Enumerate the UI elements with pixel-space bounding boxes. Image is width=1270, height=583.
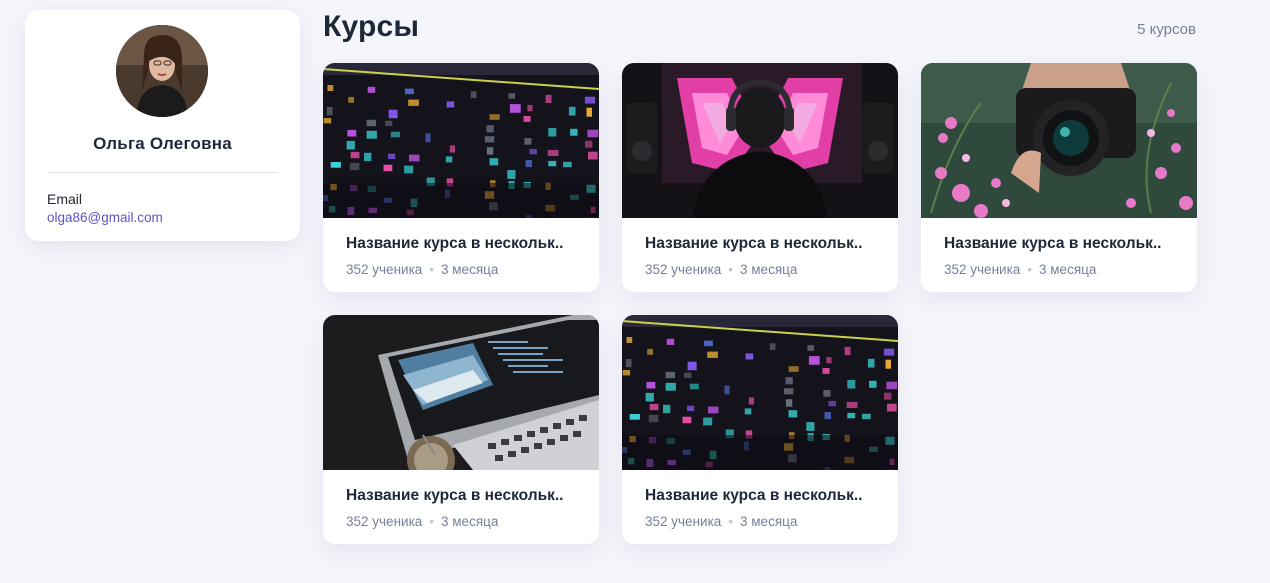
course-duration: 3 месяца	[441, 262, 499, 277]
course-title[interactable]: Название курса в нескольк..	[346, 235, 586, 253]
course-meta: 352 ученика • 3 месяца	[645, 262, 797, 277]
course-meta: 352 ученика • 3 месяца	[645, 514, 797, 529]
avatar[interactable]	[116, 25, 208, 117]
course-duration: 3 месяца	[1039, 262, 1097, 277]
separator-dot: •	[1027, 262, 1033, 277]
course-card[interactable]: Название курса в нескольк.. 352 ученика •…	[622, 315, 898, 544]
course-thumbnail-laptop-code[interactable]	[323, 315, 599, 470]
course-students: 352 ученика	[944, 262, 1021, 277]
course-meta: 352 ученика • 3 месяца	[944, 262, 1096, 277]
course-title[interactable]: Название курса в нескольк..	[346, 487, 586, 505]
separator-dot: •	[429, 514, 435, 529]
course-students: 352 ученика	[645, 514, 722, 529]
course-card[interactable]: Название курса в нескольк.. 352 ученика •…	[323, 315, 599, 544]
page-title: Курсы	[323, 10, 420, 43]
profile-name: Ольга Олеговна	[93, 134, 232, 153]
email-link[interactable]: olga86@gmail.com	[47, 210, 163, 225]
course-duration: 3 месяца	[740, 262, 798, 277]
course-students: 352 ученика	[346, 262, 423, 277]
separator-dot: •	[728, 514, 734, 529]
course-duration: 3 месяца	[441, 514, 499, 529]
course-title[interactable]: Название курса в нескольк..	[645, 235, 885, 253]
course-students: 352 ученика	[346, 514, 423, 529]
course-count: 5 курсов	[1137, 21, 1196, 38]
course-students: 352 ученика	[645, 262, 722, 277]
course-title[interactable]: Название курса в нескольк..	[944, 235, 1184, 253]
course-card[interactable]: Название курса в нескольк.. 352 ученика •…	[921, 63, 1197, 292]
course-duration: 3 месяца	[740, 514, 798, 529]
separator-dot: •	[728, 262, 734, 277]
course-meta: 352 ученика • 3 месяца	[346, 262, 498, 277]
course-title[interactable]: Название курса в нескольк..	[645, 487, 885, 505]
course-thumbnail-dj-headphones[interactable]	[622, 63, 898, 218]
separator-dot: •	[429, 262, 435, 277]
profile-card: Ольга Олеговна Email olga86@gmail.com	[25, 10, 300, 241]
course-card[interactable]: Название курса в нескольк.. 352 ученика •…	[323, 63, 599, 292]
course-thumbnail-camera-flowers[interactable]	[921, 63, 1197, 218]
course-thumbnail-editing-timeline[interactable]	[323, 63, 599, 218]
course-thumbnail-editing-timeline[interactable]	[622, 315, 898, 470]
course-meta: 352 ученика • 3 месяца	[346, 514, 498, 529]
course-card[interactable]: Название курса в нескольк.. 352 ученика •…	[622, 63, 898, 292]
profile-divider	[47, 172, 278, 173]
email-label: Email	[47, 191, 83, 207]
